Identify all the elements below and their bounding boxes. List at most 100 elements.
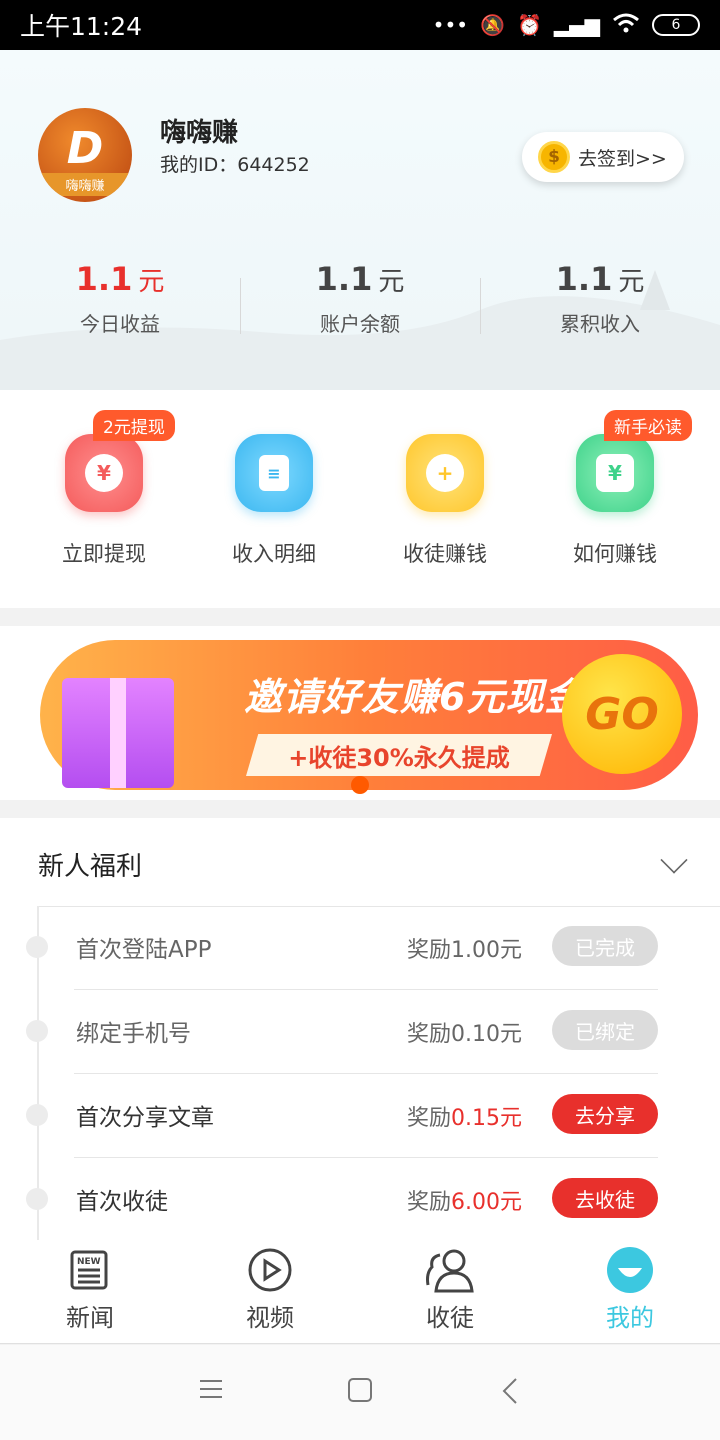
share-button[interactable]: 去分享	[552, 1094, 658, 1134]
more-dots-icon: •••	[432, 13, 469, 37]
profile-header: D 嗨嗨赚 嗨嗨赚 我的ID：644252 $ 去签到>> 1.1 元 今日收益 …	[0, 50, 720, 390]
wallet-icon: ¥	[576, 434, 654, 512]
reward-prefix: 奖励	[406, 1190, 451, 1215]
tab-label: 收徒	[426, 1304, 474, 1332]
benefit-name: 绑定手机号	[76, 1021, 191, 1047]
tab-label: 新闻	[66, 1304, 114, 1332]
quick-withdraw[interactable]: ¥ 立即提现 2元提现	[29, 410, 179, 568]
benefit-reward: 奖励0.15元	[407, 1100, 522, 1132]
benefit-name: 首次收徒	[76, 1189, 168, 1215]
tab-video[interactable]: 视频	[180, 1240, 360, 1343]
benefit-reward: 奖励0.10元	[407, 1016, 522, 1048]
reward-amount: 0.10元	[451, 1022, 522, 1047]
quick-recruit[interactable]: + 收徒赚钱	[370, 434, 520, 568]
signal-icon: ▂▄▆	[553, 13, 600, 37]
profile-icon	[604, 1246, 656, 1294]
stat-account-balance[interactable]: 1.1 元 账户余额	[240, 260, 480, 337]
benefit-row: 绑定手机号 奖励0.10元 已绑定	[0, 990, 720, 1074]
home-icon[interactable]	[347, 1377, 373, 1403]
benefit-row: 首次登陆APP 奖励1.00元 已完成	[0, 906, 720, 990]
carousel-indicator	[351, 776, 369, 794]
benefit-reward: 奖励6.00元	[407, 1184, 522, 1216]
stat-today-earnings[interactable]: 1.1 元 今日收益	[0, 260, 240, 337]
stat-total-income[interactable]: 1.1 元 累积收入	[480, 260, 720, 337]
reward-amount: 6.00元	[451, 1190, 522, 1215]
gift-box-icon	[62, 678, 174, 788]
quick-how-to-earn[interactable]: ¥ 如何赚钱 新手必读	[540, 410, 692, 568]
logo-text: 嗨嗨赚	[38, 173, 132, 196]
stat-value: 1.1	[75, 260, 133, 298]
reward-prefix: 奖励	[406, 938, 451, 963]
bottom-tab-bar: NEW 新闻 视频 收徒 我的	[0, 1240, 720, 1344]
banner-subtitle: +收徒30%永久提成	[246, 734, 552, 776]
stat-label: 账户余额	[320, 312, 400, 336]
stat-unit: 元	[618, 267, 645, 297]
tab-mine[interactable]: 我的	[540, 1240, 720, 1343]
status-icons: ••• 🔕 ⏰ ▂▄▆ 6	[433, 13, 700, 38]
user-id: 我的ID：644252	[160, 154, 310, 176]
checkin-label: 去签到>>	[578, 147, 667, 170]
invite-banner[interactable]: 邀请好友赚6元现金 +收徒30%永久提成 GO	[0, 626, 720, 800]
newcomer-benefits: 新人福利 首次登陆APP 奖励1.00元 已完成 绑定手机号 奖励0.10元 已…	[0, 818, 720, 1240]
system-nav-bar	[0, 1345, 720, 1440]
reward-amount: 1.00元	[451, 938, 522, 963]
tab-label: 视频	[246, 1304, 294, 1332]
reward-prefix: 奖励	[406, 1106, 451, 1131]
quick-label: 收徒赚钱	[403, 542, 487, 566]
benefits-title: 新人福利	[38, 852, 143, 882]
benefit-name: 首次分享文章	[76, 1105, 214, 1131]
back-icon[interactable]	[500, 1377, 520, 1405]
reward-prefix: 奖励	[406, 1022, 451, 1047]
guide-badge: 新手必读	[604, 410, 692, 441]
benefit-row: 首次分享文章 奖励0.15元 去分享	[0, 1074, 720, 1158]
checkin-button[interactable]: $ 去签到>>	[522, 132, 684, 182]
app-logo-icon: D	[66, 122, 104, 174]
timeline-dot	[26, 1104, 48, 1126]
timeline-dot	[26, 1188, 48, 1210]
quick-label: 收入明细	[232, 542, 316, 566]
stat-label: 今日收益	[80, 312, 160, 336]
benefit-row: 首次收徒 奖励6.00元 去收徒	[0, 1158, 720, 1240]
stat-unit: 元	[138, 267, 165, 297]
benefit-action-button: 已绑定	[552, 1010, 658, 1050]
timeline-dot	[26, 1020, 48, 1042]
tab-recruit[interactable]: 收徒	[360, 1240, 540, 1343]
status-bar: 上午11:24 ••• 🔕 ⏰ ▂▄▆ 6	[0, 0, 720, 50]
mute-icon: 🔕	[480, 13, 505, 37]
menu-icon[interactable]	[198, 1377, 224, 1401]
timeline-dot	[26, 936, 48, 958]
chevron-down-icon[interactable]	[660, 846, 688, 874]
stat-value: 1.1	[555, 260, 613, 298]
news-icon: NEW	[64, 1246, 116, 1294]
stat-unit: 元	[378, 267, 405, 297]
stat-label: 累积收入	[560, 312, 640, 336]
coin-icon: $	[538, 141, 570, 173]
tab-label: 我的	[606, 1304, 654, 1332]
yen-icon: ¥	[65, 434, 143, 512]
battery-icon: 6	[652, 14, 700, 36]
alarm-icon: ⏰	[516, 13, 542, 37]
document-icon: ≡	[235, 434, 313, 512]
avatar[interactable]: D 嗨嗨赚	[38, 108, 132, 202]
quick-actions: ¥ 立即提现 2元提现 ≡ 收入明细 + 收徒赚钱 ¥ 如何赚钱 新手必读	[0, 390, 720, 608]
benefit-name: 首次登陆APP	[76, 937, 212, 963]
reward-amount: 0.15元	[451, 1106, 522, 1131]
recruit-button[interactable]: 去收徒	[552, 1178, 658, 1218]
go-button[interactable]: GO	[562, 654, 682, 774]
status-time: 上午11:24	[20, 12, 143, 41]
benefit-action-button: 已完成	[552, 926, 658, 966]
play-icon	[244, 1246, 296, 1294]
quick-income-detail[interactable]: ≡ 收入明细	[199, 434, 349, 568]
app-name: 嗨嗨赚	[160, 118, 239, 148]
wifi-icon	[612, 13, 640, 38]
quick-label: 立即提现	[62, 542, 146, 566]
add-user-icon: +	[406, 434, 484, 512]
stats-row: 1.1 元 今日收益 1.1 元 账户余额 1.1 元 累积收入	[0, 260, 720, 337]
people-icon	[424, 1246, 476, 1294]
banner-title: 邀请好友赚6元现金	[244, 675, 584, 719]
benefit-reward: 奖励1.00元	[407, 932, 522, 964]
quick-label: 如何赚钱	[573, 542, 657, 566]
svg-text:NEW: NEW	[77, 1257, 101, 1267]
stat-value: 1.1	[315, 260, 373, 298]
tab-news[interactable]: NEW 新闻	[0, 1240, 180, 1343]
